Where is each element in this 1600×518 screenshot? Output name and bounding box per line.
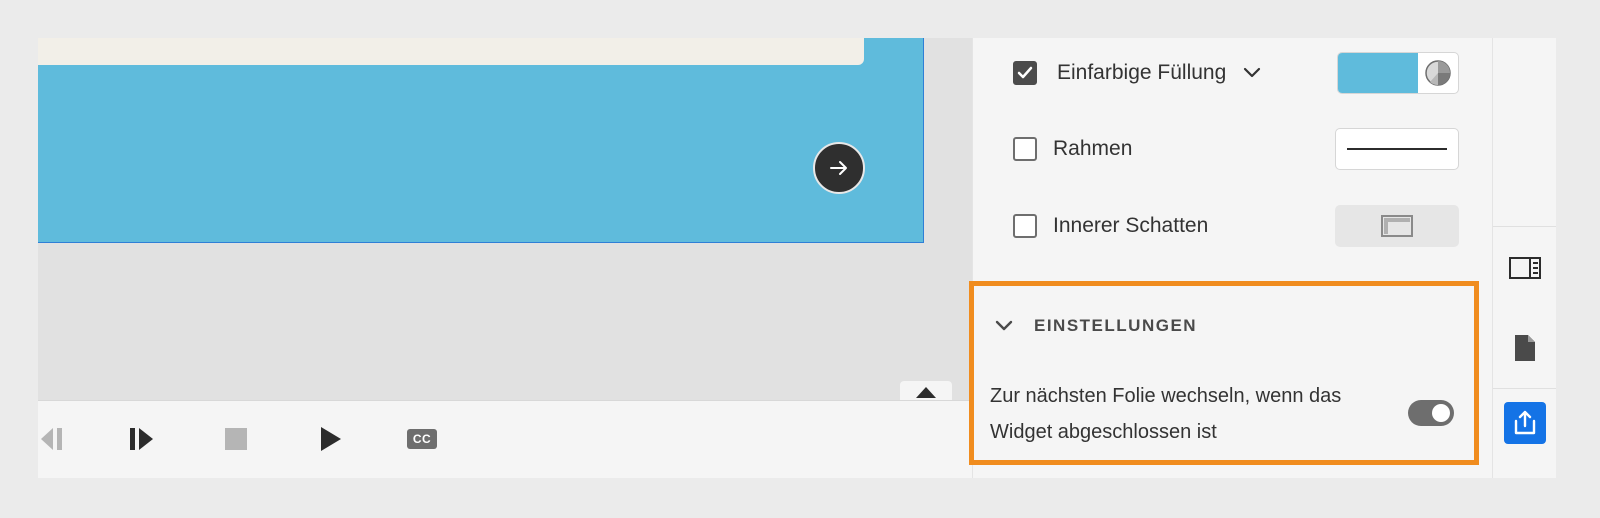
share-button[interactable]	[1504, 402, 1546, 444]
fill-color-preview	[1338, 53, 1418, 93]
closed-captions-button[interactable]: CC	[406, 423, 438, 455]
fill-checkbox[interactable]	[1013, 61, 1037, 85]
inner-shadow-icon	[1381, 215, 1413, 237]
slide-content-card	[38, 38, 864, 65]
caret-up-icon	[916, 387, 936, 398]
toggle-knob	[1432, 404, 1450, 422]
play-icon	[321, 427, 341, 451]
border-line-preview	[1347, 148, 1447, 150]
document-icon	[1515, 335, 1535, 361]
inner-shadow-label: Innerer Schatten	[1053, 214, 1209, 237]
properties-panel-icon	[1509, 257, 1541, 279]
fill-color-swatch[interactable]	[1337, 52, 1459, 94]
chevron-down-icon	[995, 320, 1013, 331]
step-forward-button[interactable]	[126, 423, 158, 455]
rail-divider-2	[1493, 388, 1556, 389]
inner-shadow-checkbox[interactable]	[1013, 214, 1037, 238]
closed-captions-icon: CC	[407, 429, 437, 449]
play-button[interactable]	[314, 423, 346, 455]
color-picker-button[interactable]	[1418, 53, 1458, 93]
properties-panel-button[interactable]	[1507, 250, 1543, 286]
step-forward-icon	[130, 428, 153, 450]
stop-icon	[225, 428, 247, 450]
cc-label: CC	[412, 432, 432, 446]
arrow-right-icon	[830, 161, 847, 175]
inner-shadow-row: Innerer Schatten	[973, 201, 1493, 251]
checkmark-icon	[1017, 66, 1033, 79]
stage-canvas	[38, 38, 972, 403]
advance-slide-option-label: Zur nächsten Folie wechseln, wenn das Wi…	[990, 385, 1342, 443]
border-row: Rahmen	[973, 124, 1493, 174]
border-checkbox[interactable]	[1013, 137, 1037, 161]
rewind-icon	[41, 428, 62, 450]
share-icon	[1514, 410, 1536, 435]
settings-section: EINSTELLUNGEN Zur nächsten Folie wechsel…	[969, 281, 1479, 465]
slide-preview[interactable]	[38, 38, 924, 243]
border-style-picker[interactable]	[1335, 128, 1459, 170]
advance-slide-toggle[interactable]	[1408, 400, 1454, 426]
rewind-button[interactable]	[38, 423, 68, 455]
inner-shadow-picker[interactable]	[1335, 205, 1459, 247]
properties-panel: Einfarbige Füllung Rahmen Innerer Schatt…	[969, 38, 1493, 478]
fill-label: Einfarbige Füllung	[1057, 61, 1227, 84]
rail-divider	[1493, 226, 1556, 227]
stop-button[interactable]	[220, 423, 252, 455]
app-window: CC Einfarbige Füllung Rahmen Innerer Sch…	[38, 38, 1556, 478]
document-button[interactable]	[1507, 330, 1543, 366]
color-wheel-icon	[1425, 60, 1451, 86]
settings-title: EINSTELLUNGEN	[1034, 316, 1198, 335]
next-slide-button[interactable]	[813, 142, 865, 194]
fill-row: Einfarbige Füllung	[973, 48, 1493, 98]
playback-bar: CC	[38, 400, 972, 478]
fill-type-chevron-down-icon[interactable]	[1243, 67, 1261, 79]
right-rail	[1492, 38, 1556, 478]
settings-header[interactable]: EINSTELLUNGEN	[994, 316, 1197, 336]
border-label: Rahmen	[1053, 137, 1133, 160]
